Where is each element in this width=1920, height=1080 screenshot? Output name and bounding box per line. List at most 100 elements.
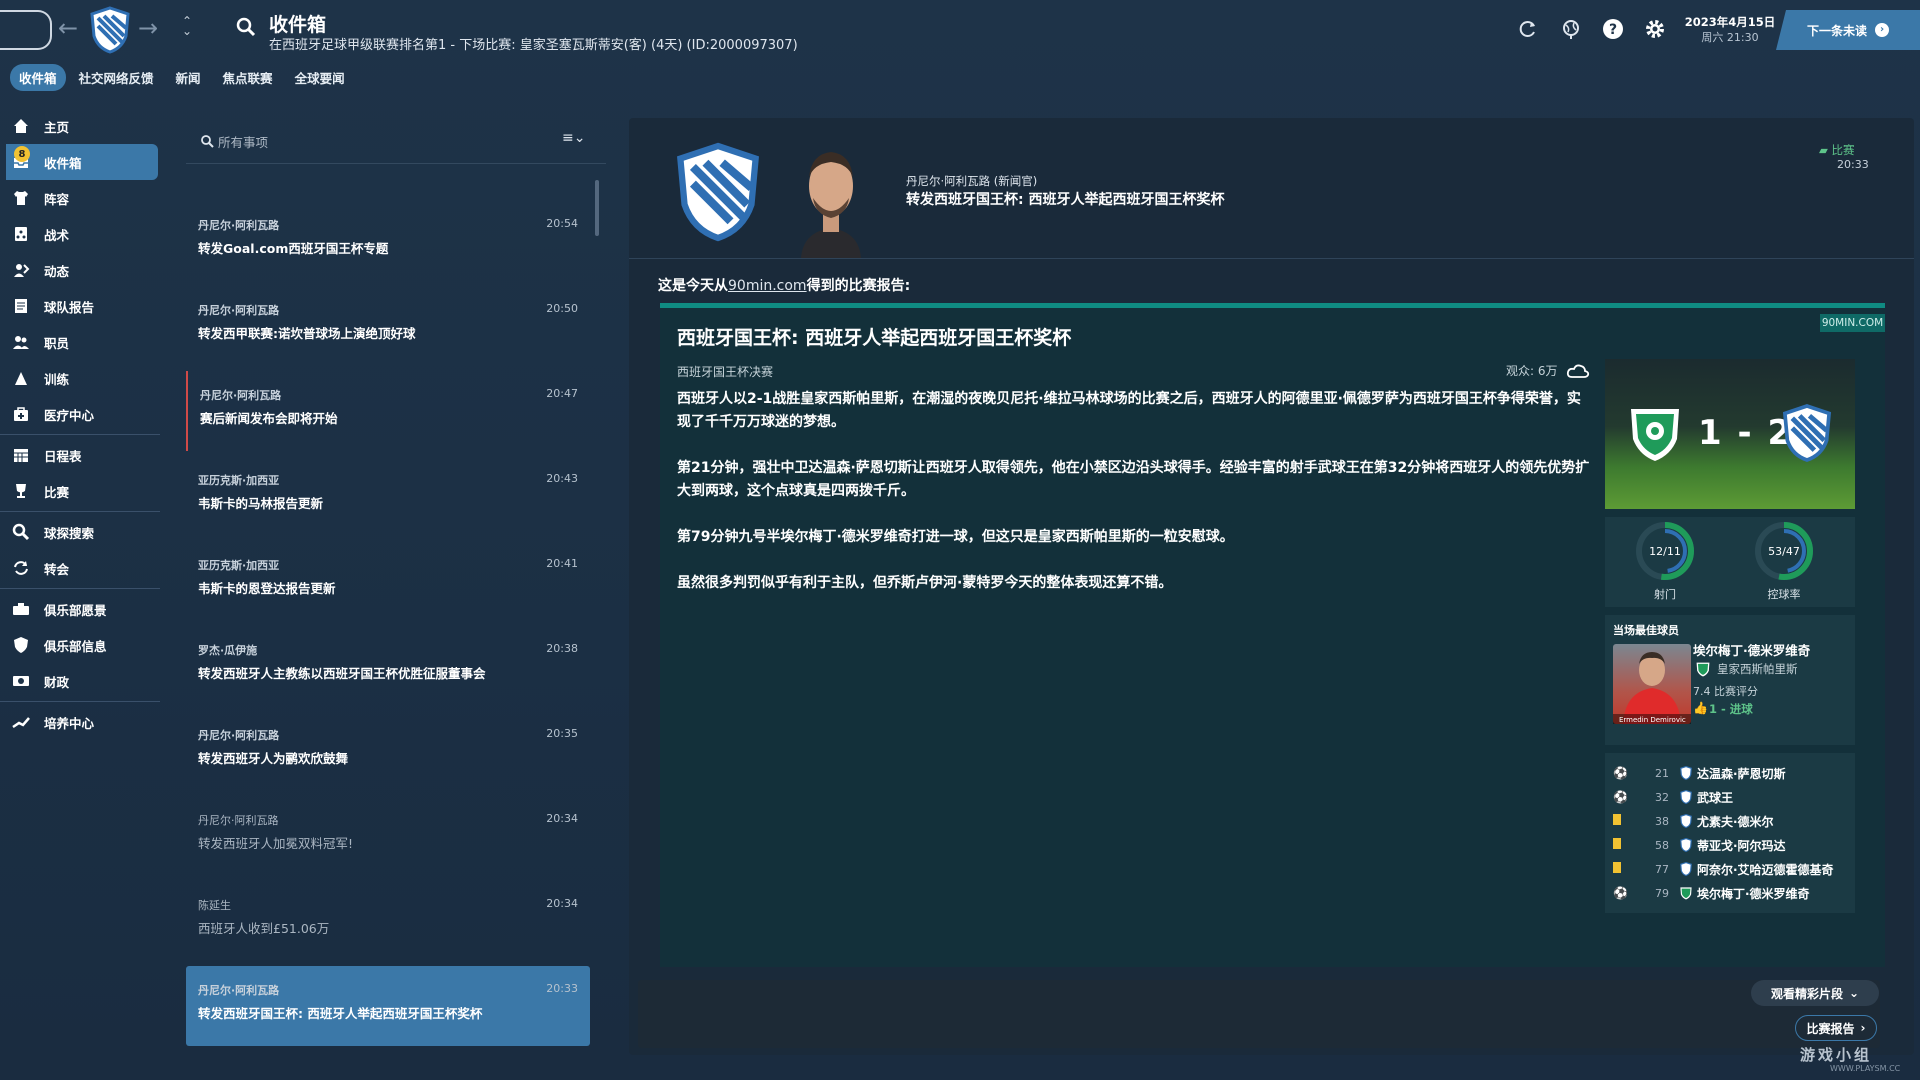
- tag-icon: ▰: [1819, 143, 1828, 157]
- message-sender: 罗杰·瓜伊施: [198, 644, 258, 657]
- tab-news[interactable]: 新闻: [167, 64, 210, 91]
- up-down-chevron-icon[interactable]: ⌃ ⌄: [182, 15, 192, 37]
- list-item[interactable]: 丹尼尔·阿利瓦路 转发西班牙人加冕双料冠军! 20:34: [186, 796, 590, 876]
- club-crest-icon: [1696, 662, 1710, 677]
- sidebar-item-label: 医疗中心: [44, 407, 95, 423]
- motm-title: 当场最佳球员: [1613, 624, 1679, 637]
- list-item[interactable]: 丹尼尔·阿利瓦路 转发Goal.com西班牙国王杯专题 20:54: [186, 201, 590, 281]
- message-sender: 亚历克斯·加西亚: [198, 559, 280, 572]
- sidebar-item-schedule[interactable]: 日程表: [0, 437, 160, 473]
- message-time: 20:34: [546, 812, 578, 825]
- stat-value: 12/11: [1649, 545, 1681, 558]
- sidebar-item-tactics[interactable]: 战术: [0, 216, 160, 252]
- sidebar-item-dynamics[interactable]: 动态: [0, 252, 160, 288]
- message-subject: 转发西班牙人为鹂欢欣鼓舞: [198, 751, 349, 766]
- event-row[interactable]: ⚽ 32 武球王: [1605, 785, 1855, 809]
- transfer-icon: [14, 561, 28, 575]
- score-graphic: 1 - 2: [1605, 359, 1855, 509]
- sidebar-item-staff[interactable]: 职员: [0, 324, 160, 360]
- filter-dropdown-icon[interactable]: ≡⌄: [562, 130, 585, 146]
- tactics-icon: [15, 227, 27, 241]
- list-item[interactable]: 亚历克斯·加西亚 韦斯卡的恩登达报告更新 20:41: [186, 541, 590, 621]
- gear-icon[interactable]: [1644, 18, 1666, 40]
- event-row[interactable]: ⚽ 79 埃尔梅丁·德米罗维奇: [1605, 881, 1855, 905]
- sidebar-item-medical-centre[interactable]: 医疗中心: [0, 396, 160, 432]
- sidebar-item-inbox[interactable]: 8 收件箱: [6, 144, 158, 180]
- match-tag[interactable]: ▰ 比赛: [1819, 142, 1855, 158]
- forward-arrow-icon[interactable]: →: [138, 14, 158, 42]
- sidebar-divider: [0, 588, 160, 589]
- sidebar-item-label: 财政: [44, 674, 70, 690]
- message-detail-panel: 丹尼尔·阿利瓦路 (新闻官) 转发西班牙国王杯: 西班牙人举起西班牙国王杯奖杯 …: [629, 118, 1914, 1055]
- home-icon: [14, 119, 28, 133]
- club-crest-icon: [672, 140, 764, 244]
- sidebar-item-transfers[interactable]: 转会: [0, 550, 160, 586]
- next-unread-button[interactable]: 下一条未读 ›: [1776, 10, 1920, 50]
- scout-icon: [12, 523, 30, 541]
- tab-inbox[interactable]: 收件箱: [10, 64, 66, 91]
- message-search-bar[interactable]: 所有事项 ≡⌄: [186, 118, 606, 164]
- list-item[interactable]: 丹尼尔·阿利瓦路 转发西班牙人为鹂欢欣鼓舞 20:35: [186, 711, 590, 791]
- sidebar-item-development-centre[interactable]: 培养中心: [0, 704, 160, 740]
- sidebar-item-squad[interactable]: 阵容: [0, 180, 160, 216]
- list-scrollbar[interactable]: [595, 180, 599, 236]
- list-item[interactable]: 丹尼尔·阿利瓦路 赛后新闻发布会即将开始 20:47: [186, 371, 590, 451]
- club-info-icon: [14, 637, 28, 653]
- motm-name[interactable]: 埃尔梅丁·德米罗维奇: [1693, 640, 1810, 659]
- sidebar-item-club-vision[interactable]: 俱乐部愿景: [0, 591, 160, 627]
- list-item[interactable]: 亚历克斯·加西亚 韦斯卡的马林报告更新 20:43: [186, 456, 590, 536]
- message-subject: 西班牙人收到£51.06万: [198, 921, 330, 936]
- possession-ring: 53/47: [1755, 522, 1813, 580]
- source-link[interactable]: 90min.com: [728, 278, 807, 294]
- list-item[interactable]: 丹尼尔·阿利瓦路 转发西甲联赛:诺坎普球场上演绝顶好球 20:50: [186, 286, 590, 366]
- club-crest-icon[interactable]: [88, 6, 132, 54]
- sidebar-item-team-report[interactable]: 球队报告: [0, 288, 160, 324]
- list-item[interactable]: 陈延生 西班牙人收到£51.06万 20:34: [186, 881, 590, 961]
- stat-value: 53/47: [1768, 545, 1800, 558]
- globe-icon[interactable]: [1560, 18, 1582, 40]
- match-report-button[interactable]: 比赛报告 ›: [1795, 1015, 1877, 1041]
- message-sender: 丹尼尔·阿利瓦路: [198, 729, 280, 742]
- bottom-action-bar: [638, 980, 1880, 1048]
- game-date[interactable]: 2023年4月15日 周六 21:30: [1680, 15, 1780, 45]
- sidebar: 主页 8 收件箱 阵容 战术 动态 球队报告 职员 训练 医疗中心 日程表 比赛: [0, 108, 160, 740]
- list-item[interactable]: 罗杰·瓜伊施 转发西班牙人主教练以西班牙国王杯优胜征服董事会 20:38: [186, 626, 590, 706]
- message-time-header: 20:33: [1837, 158, 1869, 171]
- article-paragraph: 第79分钟九号半埃尔梅丁·德米罗维奇打进一球，但这只是皇家西斯帕里斯的一粒安慰球…: [677, 529, 1234, 545]
- chevron-right-icon: ›: [1860, 1021, 1866, 1035]
- search-icon[interactable]: [236, 17, 256, 37]
- search-input[interactable]: 所有事项: [218, 132, 268, 151]
- message-subject: 转发西甲联赛:诺坎普球场上演绝顶好球: [198, 326, 416, 341]
- cloud-icon: [1566, 364, 1589, 378]
- tab-focus-leagues[interactable]: 焦点联赛: [214, 64, 282, 91]
- sidebar-item-competitions[interactable]: 比赛: [0, 473, 160, 509]
- message-time: 20:33: [546, 982, 578, 995]
- back-arrow-icon[interactable]: ←: [58, 14, 78, 42]
- refresh-icon[interactable]: [1518, 19, 1538, 39]
- watch-highlights-button[interactable]: 观看精彩片段 ⌄: [1751, 980, 1879, 1006]
- sidebar-item-finances[interactable]: 财政: [0, 663, 160, 699]
- help-icon[interactable]: ?: [1602, 18, 1624, 40]
- yellow-card-icon: [1613, 814, 1627, 828]
- team-crest-icon: [1680, 814, 1692, 828]
- sidebar-item-home[interactable]: 主页: [0, 108, 160, 144]
- event-row[interactable]: 58 蒂亚戈·阿尔玛达: [1605, 833, 1855, 857]
- sidebar-item-training[interactable]: 训练: [0, 360, 160, 396]
- event-row[interactable]: 77 阿奈尔·艾哈迈德霍德基奇: [1605, 857, 1855, 881]
- sidebar-item-scouting[interactable]: 球探搜索: [0, 514, 160, 550]
- sidebar-item-club-info[interactable]: 俱乐部信息: [0, 627, 160, 663]
- article-body: 西班牙人以2-1战胜皇家西斯帕里斯，在潮湿的夜晚贝尼托·维拉马林球场的比赛之后，…: [677, 388, 1590, 618]
- event-row[interactable]: ⚽ 21 达温森·萨恩切斯: [1605, 761, 1855, 785]
- motm-club[interactable]: 皇家西斯帕里斯: [1717, 661, 1798, 677]
- list-item-selected[interactable]: 丹尼尔·阿利瓦路 转发西班牙国王杯: 西班牙人举起西班牙国王杯奖杯 20:33: [186, 966, 590, 1046]
- sidebar-item-label: 俱乐部愿景: [44, 602, 107, 618]
- message-subject-header: 转发西班牙国王杯: 西班牙人举起西班牙国王杯奖杯: [906, 192, 1225, 208]
- menu-button[interactable]: [0, 10, 52, 50]
- tab-world-news[interactable]: 全球要闻: [286, 64, 354, 91]
- event-row[interactable]: 38 尤素夫·德米尔: [1605, 809, 1855, 833]
- player-of-the-match[interactable]: 当场最佳球员 Ermedin Demirovic 埃尔梅丁·德米罗维奇 皇家西斯…: [1605, 615, 1855, 745]
- message-time: 20:43: [546, 472, 578, 485]
- message-subject: 转发Goal.com西班牙国王杯专题: [198, 241, 389, 256]
- page-subtitle: 在西班牙足球甲级联赛排名第1 - 下场比赛: 皇家圣塞瓦斯蒂安(客) (4天) …: [269, 38, 798, 53]
- tab-social-feedback[interactable]: 社交网络反馈: [70, 64, 163, 91]
